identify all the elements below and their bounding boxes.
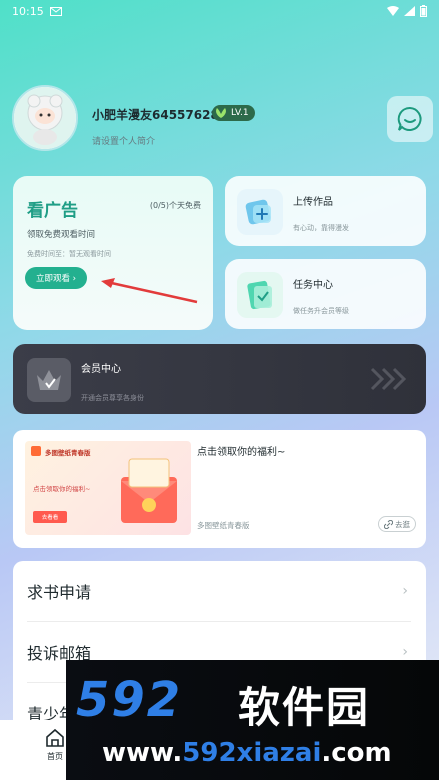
watermark-url-prefix: www. bbox=[102, 738, 183, 768]
chevron-right-icon: › bbox=[402, 583, 408, 599]
level-badge: LV.1 bbox=[212, 105, 255, 121]
upload-work-desc: 有心动，靠得漫发 bbox=[293, 224, 349, 232]
menu-item-book-request[interactable]: 求书申请 › bbox=[13, 561, 426, 621]
wifi-icon bbox=[387, 6, 399, 16]
chevrons-right-icon bbox=[370, 367, 407, 391]
watermark-logo: 592 bbox=[76, 672, 183, 728]
home-icon bbox=[46, 728, 64, 747]
signal-icon bbox=[404, 6, 415, 16]
ad-card-title: 看广告 bbox=[27, 201, 78, 221]
level-text: LV.1 bbox=[231, 108, 249, 118]
chat-bubble-icon bbox=[397, 106, 422, 131]
watermark-name: 软件园 bbox=[238, 683, 371, 732]
vip-center-card[interactable]: 会员中心 开通会员尊享各身份 bbox=[13, 344, 426, 414]
status-bar: 10:15 bbox=[0, 0, 439, 22]
banner-link-label: 去逛 bbox=[395, 519, 410, 529]
watermark-url-suffix: .com bbox=[321, 738, 392, 768]
nav-home-label: 首页 bbox=[47, 752, 63, 761]
ad-card-subtitle: 领取免费观看时间 bbox=[27, 230, 96, 240]
ad-free-time: 免费时间至：暂无观看时间 bbox=[27, 250, 111, 258]
banner-source: 多图壁纸青春版 bbox=[197, 521, 250, 530]
task-center-title: 任务中心 bbox=[293, 280, 333, 291]
promo-banner[interactable]: 多图壁纸青春版 点击领取你的福利~ 去看看 点击领取你的福利~ 多图壁纸青春版 … bbox=[13, 430, 426, 548]
vip-center-desc: 开通会员尊享各身份 bbox=[81, 394, 144, 402]
crown-icon bbox=[27, 358, 71, 402]
battery-icon bbox=[420, 5, 427, 17]
watermark-overlay: 592 软件园 www.592xiazai.com bbox=[66, 660, 439, 780]
profile-header: 小肥羊漫友64557628 LV.1 请设置个人简介 bbox=[12, 85, 433, 160]
chat-button[interactable] bbox=[387, 96, 433, 142]
upload-work-card[interactable]: 上传作品 有心动，靠得漫发 bbox=[225, 176, 426, 246]
banner-visit-link[interactable]: 去逛 bbox=[378, 516, 416, 532]
banner-title: 点击领取你的福利~ bbox=[197, 447, 286, 458]
banner-brand: 多图壁纸青春版 bbox=[45, 449, 91, 457]
menu-item-label: 求书申请 bbox=[27, 583, 92, 602]
status-time: 10:15 bbox=[12, 4, 44, 18]
banner-inner-button: 去看看 bbox=[33, 511, 67, 523]
red-envelope-icon bbox=[121, 458, 177, 523]
task-center-icon bbox=[237, 272, 283, 318]
upload-work-title: 上传作品 bbox=[293, 197, 333, 208]
leaf-level-icon bbox=[216, 108, 226, 118]
banner-image[interactable]: 多图壁纸青春版 点击领取你的福利~ 去看看 bbox=[25, 441, 191, 535]
watch-now-button[interactable]: 立即观看 › bbox=[25, 267, 87, 289]
mail-icon bbox=[49, 6, 62, 16]
chevron-right-icon: › bbox=[402, 644, 408, 660]
watermark-url: www.592xiazai.com bbox=[102, 738, 392, 768]
sheep-avatar-icon bbox=[14, 87, 76, 149]
link-icon bbox=[384, 519, 393, 529]
bio-field[interactable]: 请设置个人简介 bbox=[92, 134, 155, 147]
avatar[interactable] bbox=[12, 85, 78, 151]
red-arrow-icon bbox=[101, 278, 198, 304]
task-center-card[interactable]: 任务中心 做任务升会员等级 bbox=[225, 259, 426, 329]
watermark-url-domain: 592xiazai bbox=[182, 738, 322, 768]
upload-work-icon bbox=[237, 189, 283, 235]
banner-inner-text: 点击领取你的福利~ bbox=[33, 485, 91, 493]
nickname[interactable]: 小肥羊漫友64557628 bbox=[92, 106, 219, 123]
app-logo-icon bbox=[31, 446, 41, 456]
task-center-desc: 做任务升会员等级 bbox=[293, 307, 349, 315]
vip-center-title: 会员中心 bbox=[81, 364, 121, 375]
ad-free-count: (0/5)个天免费 bbox=[149, 201, 201, 210]
watch-ad-card[interactable]: 看广告 (0/5)个天免费 领取免费观看时间 免费时间至：暂无观看时间 立即观看… bbox=[13, 176, 213, 330]
